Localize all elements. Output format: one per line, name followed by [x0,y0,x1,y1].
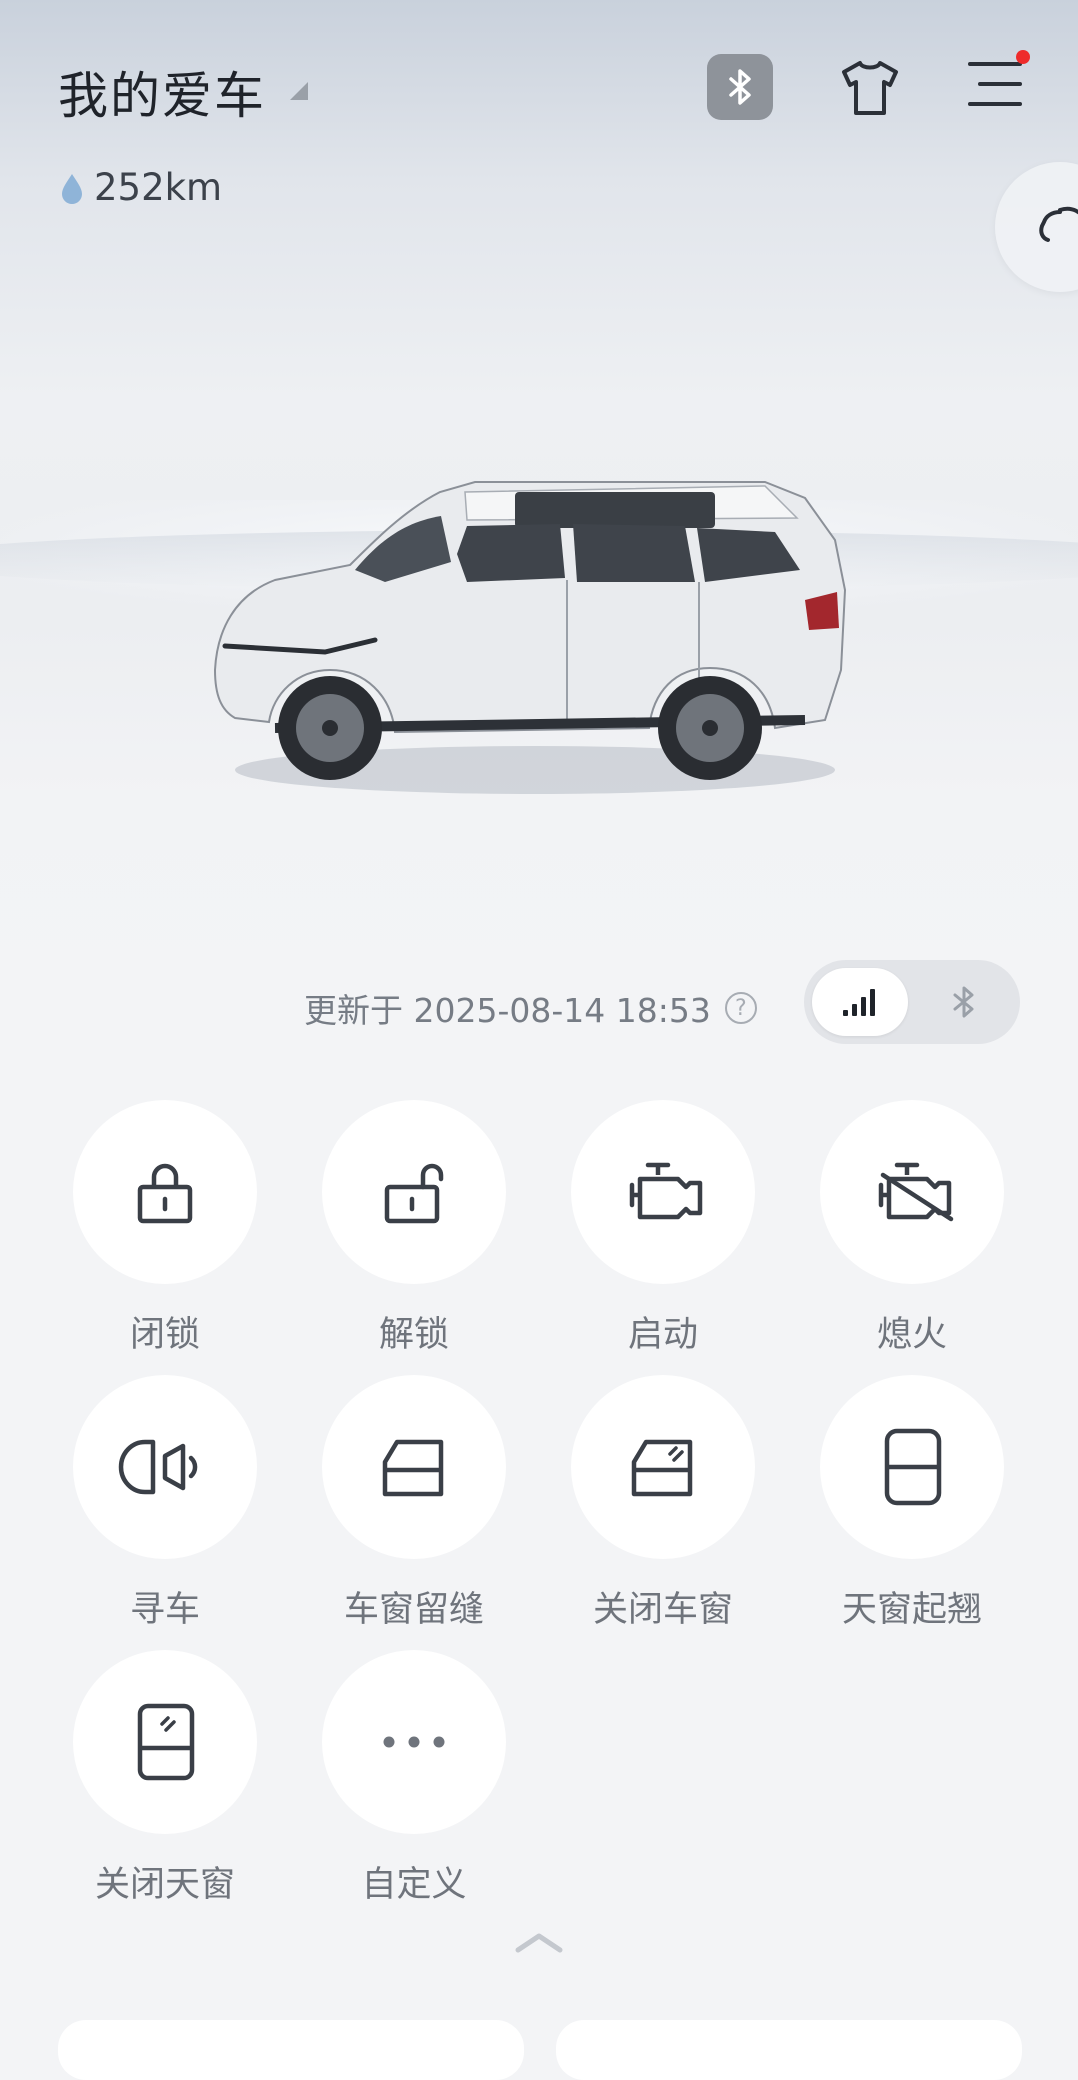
unlock-button[interactable] [322,1100,506,1284]
window-close-icon [631,1439,693,1497]
action-label: 闭锁 [129,1315,200,1355]
action-start[interactable]: 启动 [568,1100,758,1357]
vehicle-image [213,481,847,794]
find-car-horn-icon [118,1439,198,1495]
bluetooth-mode-option[interactable] [916,968,1012,1036]
vehicle-switch-caret-icon[interactable] [288,80,310,102]
sunroof-tilt-icon [884,1428,942,1506]
range-indicator: 252km [60,166,222,209]
connection-mode-toggle[interactable] [804,960,1020,1044]
collapse-chevron-icon[interactable] [514,1928,564,1956]
last-updated-text: 更新于 2025-08-14 18:53 [304,991,711,1030]
sunroof-close-icon [137,1703,195,1781]
engine-start-icon [629,1162,703,1220]
window-vent-icon [382,1439,444,1497]
action-label: 启动 [627,1315,698,1355]
menu-icon [968,62,1022,106]
customize-button[interactable] [322,1650,506,1834]
notification-dot [1016,50,1030,64]
action-find-car[interactable]: 寻车 [70,1375,260,1632]
action-label: 关闭天窗 [94,1865,235,1905]
action-label: 自定义 [361,1865,467,1905]
page-title[interactable]: 我的爱车 [58,56,266,128]
action-label: 熄火 [876,1315,947,1355]
action-customize[interactable]: 自定义 [319,1650,509,1907]
close-window-button[interactable] [571,1375,755,1559]
action-sunroof-tilt[interactable]: 天窗起翘 [817,1375,1007,1632]
lock-button[interactable] [73,1100,257,1284]
fuel-drop-icon [62,173,82,204]
action-label: 车窗留缝 [343,1590,484,1630]
action-window-vent[interactable]: 车窗留缝 [319,1375,509,1632]
menu-button[interactable] [966,50,1030,114]
action-label: 寻车 [129,1590,200,1630]
more-dots-icon [383,1736,445,1748]
close-sunroof-button[interactable] [73,1650,257,1834]
action-label: 天窗起翘 [841,1590,982,1630]
action-label: 关闭车窗 [592,1590,733,1630]
action-close-sunroof[interactable]: 关闭天窗 [70,1650,260,1907]
action-close-window[interactable]: 关闭车窗 [568,1375,758,1632]
sunroof-tilt-button[interactable] [820,1375,1004,1559]
bluetooth-icon [729,69,751,105]
info-card-right[interactable] [556,2020,1022,2080]
network-mode-option[interactable] [812,968,908,1036]
action-label: 解锁 [378,1315,449,1355]
last-updated: 更新于 2025-08-14 18:53 ? [304,984,757,1032]
action-lock[interactable]: 闭锁 [70,1100,260,1357]
range-value: 252km [94,166,223,209]
engine-start-button[interactable] [571,1100,755,1284]
window-vent-button[interactable] [322,1375,506,1559]
vehicle-skin-button[interactable] [836,54,904,122]
bluetooth-icon [953,986,974,1018]
engine-off-button[interactable] [820,1100,1004,1284]
lock-icon [137,1163,193,1224]
action-stop[interactable]: 熄火 [817,1100,1007,1357]
info-card-left[interactable] [58,2020,524,2080]
help-icon[interactable]: ? [724,992,757,1024]
headset-icon [1039,206,1078,242]
tshirt-icon [842,61,898,115]
signal-bars-icon [843,989,875,1016]
action-unlock[interactable]: 解锁 [319,1100,509,1357]
engine-off-icon [878,1162,954,1222]
bluetooth-key-button[interactable] [707,54,773,120]
find-car-button[interactable] [73,1375,257,1559]
unlock-icon [384,1163,444,1224]
